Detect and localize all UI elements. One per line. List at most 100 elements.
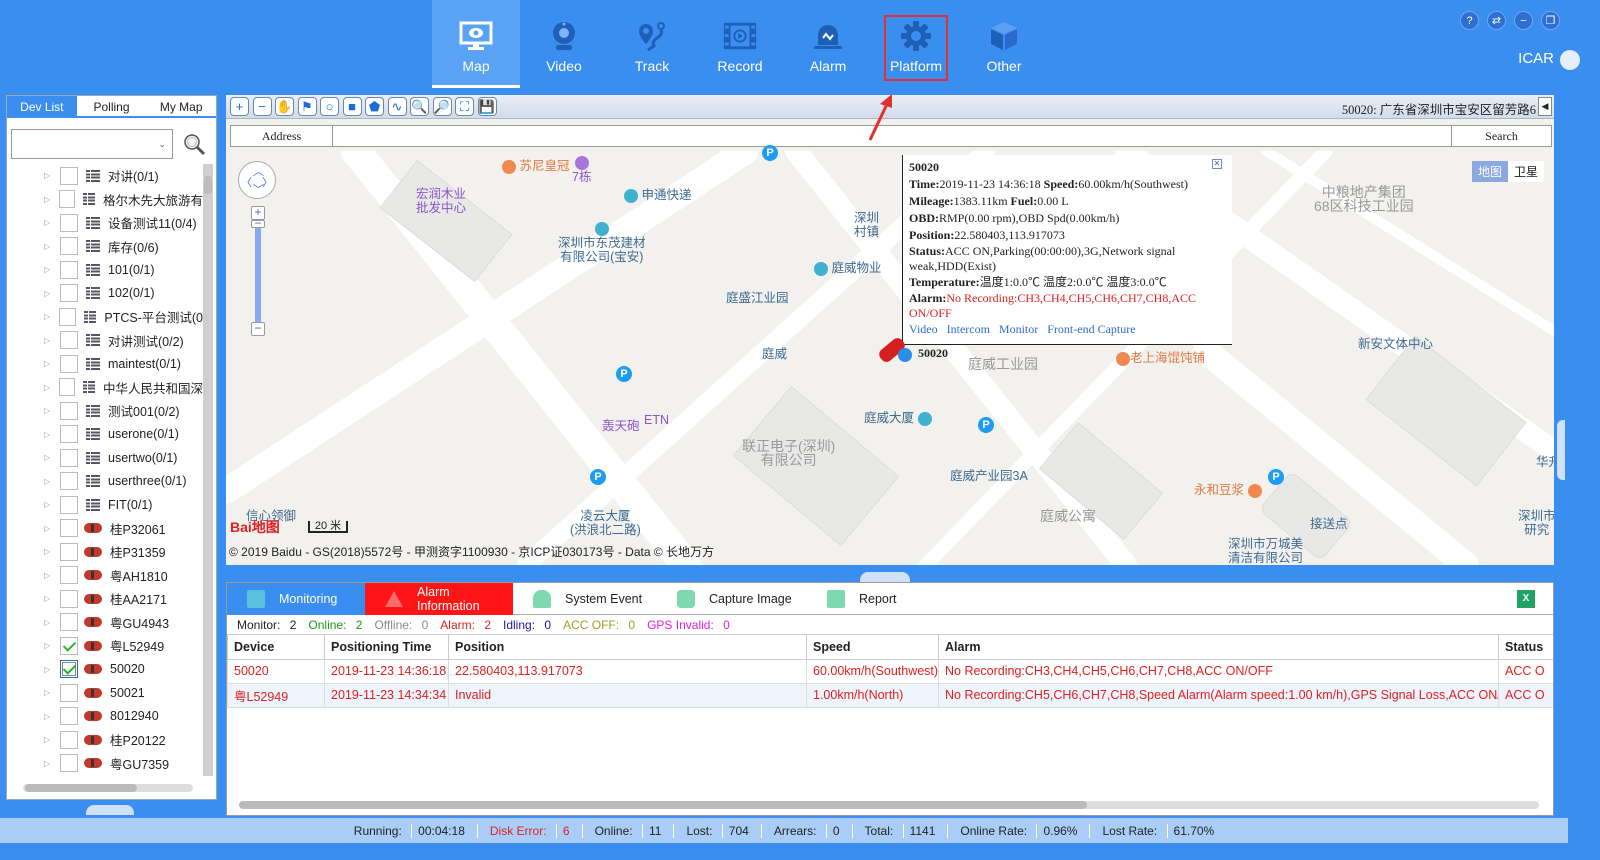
map-poi[interactable]: 中粮地产集团 68区科技工业园: [1314, 185, 1414, 213]
expand-icon[interactable]: ▷: [44, 312, 53, 321]
close-icon[interactable]: ✕: [1212, 159, 1222, 169]
tree-item-checkbox[interactable]: [60, 589, 78, 608]
map-poi[interactable]: 宏润木业 批发中心: [416, 187, 466, 215]
expand-icon[interactable]: ▷: [44, 195, 53, 204]
table-horizontal-scrollbar[interactable]: [229, 799, 1551, 811]
tree-item[interactable]: ▷ 50020: [7, 658, 203, 682]
tree-item[interactable]: ▷ 桂P31359: [7, 540, 203, 564]
map-poi[interactable]: 庭威: [762, 347, 787, 361]
expand-icon[interactable]: ▷: [44, 618, 54, 627]
fullscreen-icon[interactable]: ⛶: [455, 97, 474, 116]
tab-system-event[interactable]: System Event: [513, 583, 657, 615]
tree-item[interactable]: ▷ userthree(0/1): [7, 470, 203, 494]
tree-item[interactable]: ▷ FIT(0/1): [7, 493, 203, 517]
tab-my-map[interactable]: My Map: [146, 96, 216, 116]
tree-item[interactable]: ▷ 桂P20122: [7, 728, 203, 752]
expand-icon[interactable]: ▷: [44, 336, 54, 345]
tree-item[interactable]: ▷ 桂P32061: [7, 517, 203, 541]
column-header[interactable]: Speed: [806, 635, 939, 660]
map-poi[interactable]: 接送点: [1310, 517, 1348, 531]
scroll-thumb[interactable]: [239, 801, 1087, 809]
tree-item[interactable]: ▷ maintest(0/1): [7, 352, 203, 376]
table-row[interactable]: 50020 2019-11-23 14:36:18 22.580403,113.91…: [227, 658, 1553, 684]
tree-item[interactable]: ▷ 102(0/1): [7, 282, 203, 306]
tree-item[interactable]: ▷ 粤GU7359: [7, 752, 203, 776]
tree-item[interactable]: ▷ 中华人民共和国深: [7, 376, 203, 400]
parking-icon[interactable]: P: [616, 366, 632, 382]
save-icon[interactable]: 💾: [477, 97, 497, 116]
expand-icon[interactable]: ▷: [44, 594, 54, 603]
tree-item[interactable]: ▷ 粤AH1810: [7, 564, 203, 588]
chevron-down-icon[interactable]: ⌄: [158, 139, 166, 150]
tree-item[interactable]: ▷ userone(0/1): [7, 423, 203, 447]
nav-platform[interactable]: Platform: [883, 14, 949, 82]
map-poi[interactable]: 申通快递: [624, 188, 692, 203]
restore-icon[interactable]: ❐: [1541, 11, 1560, 30]
tree-item[interactable]: ▷ 粤L52949: [7, 634, 203, 658]
tree-item-checkbox[interactable]: [60, 472, 78, 491]
left-panel-collapse-handle[interactable]: [86, 805, 134, 815]
nav-record[interactable]: Record: [696, 0, 784, 88]
expand-icon[interactable]: ▷: [44, 688, 54, 697]
expand-icon[interactable]: ▷: [44, 547, 54, 556]
expand-icon[interactable]: ▷: [44, 665, 54, 674]
map-canvas[interactable]: 苏尼皇冠 7栋 宏润木业 批发中心 申通快递 深圳市东茂建材 有限公司(宝安) …: [226, 145, 1554, 565]
map-poi[interactable]: 庭盛江业园: [726, 291, 789, 305]
map-poi[interactable]: 庭威公寓: [1040, 509, 1096, 523]
tree-item[interactable]: ▷ 库存(0/6): [7, 235, 203, 259]
search-icon[interactable]: [183, 133, 207, 157]
circle-icon[interactable]: ○: [320, 97, 339, 116]
map-poi[interactable]: 轰天砲: [602, 419, 640, 433]
map-poi[interactable]: 深圳市东茂建材 有限公司(宝安): [558, 221, 646, 264]
map-poi[interactable]: 新安文体中心: [1358, 337, 1433, 351]
map-poi[interactable]: 联正电子(深圳) 有限公司: [742, 439, 835, 467]
tab-capture-image[interactable]: Capture Image: [657, 583, 807, 615]
pan-down-icon[interactable]: ﹀: [253, 181, 264, 197]
map-poi[interactable]: 庭威大厦: [864, 411, 932, 426]
tab-report[interactable]: Report: [807, 583, 897, 615]
column-header[interactable]: Alarm: [938, 635, 1499, 660]
scroll-thumb[interactable]: [204, 176, 212, 194]
map-poi[interactable]: ETN: [644, 413, 669, 427]
search-area-icon[interactable]: 🔎: [432, 97, 452, 116]
map-poi[interactable]: 苏尼皇冠: [502, 159, 570, 174]
tree-item[interactable]: ▷ 测试001(0/2): [7, 399, 203, 423]
minimize-icon[interactable]: −: [1514, 11, 1533, 30]
device-search-combo[interactable]: ⌄: [11, 129, 173, 159]
map-poi[interactable]: 庭威工业园: [968, 357, 1038, 371]
tree-item-checkbox[interactable]: [60, 354, 78, 373]
parking-icon[interactable]: P: [1268, 469, 1284, 485]
tree-item-checkbox[interactable]: [58, 378, 75, 397]
map-collapse-handle[interactable]: [860, 572, 910, 582]
expand-icon[interactable]: ▷: [44, 477, 54, 486]
tree-item[interactable]: ▷ 粤GU4943: [7, 611, 203, 635]
map-poi[interactable]: 深圳市 研究: [1518, 509, 1554, 537]
nav-video[interactable]: Video: [520, 0, 608, 88]
map-poi[interactable]: 深圳市万城美 清洁有限公司: [1228, 537, 1303, 565]
flag-icon[interactable]: ⚑: [297, 97, 317, 116]
scroll-thumb[interactable]: [25, 784, 137, 792]
tree-vertical-scrollbar[interactable]: [203, 164, 213, 776]
tree-item[interactable]: ▷ 格尔木先大旅游有: [7, 188, 203, 212]
map-poi[interactable]: 老上海馄饨铺: [1116, 351, 1205, 366]
column-header[interactable]: Status: [1498, 635, 1553, 660]
column-header[interactable]: Positioning Time: [324, 635, 449, 660]
expand-icon[interactable]: ▷: [44, 453, 54, 462]
tree-item-checkbox[interactable]: [60, 237, 78, 256]
tab-alarm-information[interactable]: Alarm Information: [365, 583, 513, 615]
tree-item[interactable]: ▷ 设备测试11(0/4): [7, 211, 203, 235]
polyline-icon[interactable]: ∿: [387, 97, 407, 116]
tree-item[interactable]: ▷ 对讲测试(0/2): [7, 329, 203, 353]
expand-icon[interactable]: ▷: [44, 500, 54, 509]
tree-item-checkbox[interactable]: [60, 519, 78, 538]
tree-item-checkbox[interactable]: [60, 683, 78, 702]
pan-icon[interactable]: ✋: [275, 97, 294, 116]
map-zoom-slider[interactable]: + − −: [251, 206, 265, 336]
tree-item-checkbox[interactable]: [60, 401, 78, 420]
map-type-map[interactable]: 地图: [1471, 161, 1508, 182]
polygon-icon[interactable]: ⬟: [365, 97, 384, 116]
expand-icon[interactable]: ▷: [44, 524, 54, 533]
tree-item[interactable]: ▷ usertwo(0/1): [7, 446, 203, 470]
collapse-left-icon[interactable]: ◀: [1538, 97, 1552, 116]
expand-icon[interactable]: ▷: [44, 171, 54, 180]
